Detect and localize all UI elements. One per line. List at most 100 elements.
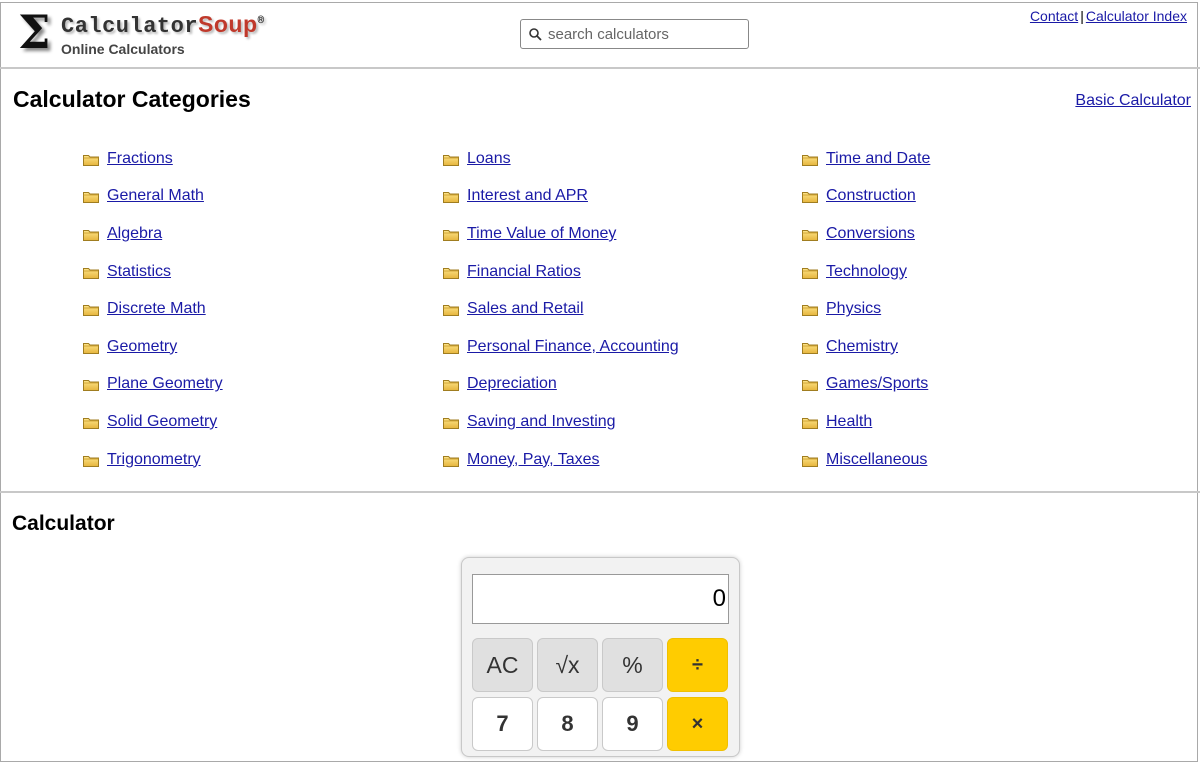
basic-calculator: 0 AC √x % ÷ 7 8 9 × [461, 557, 740, 757]
calculator-display[interactable]: 0 [472, 574, 729, 624]
category-link[interactable]: Statistics [107, 263, 171, 281]
category-item: Trigonometry [83, 441, 223, 479]
link-separator: | [1080, 8, 1084, 24]
folder-icon [443, 378, 459, 392]
category-item: Statistics [83, 253, 223, 291]
contact-link[interactable]: Contact [1030, 8, 1078, 24]
folder-icon [802, 190, 818, 204]
digit-9-button[interactable]: 9 [602, 697, 663, 751]
folder-icon [802, 266, 818, 279]
folder-icon [83, 341, 99, 354]
category-item: Geometry [83, 328, 223, 366]
folder-icon [443, 228, 459, 241]
category-item: Fractions [83, 140, 223, 178]
search-icon [529, 27, 542, 41]
category-item: Personal Finance, Accounting [443, 328, 679, 366]
logo-wordmark: CalculatorSoup® [61, 11, 265, 39]
category-item: Interest and APR [443, 178, 679, 216]
folder-icon [802, 303, 818, 317]
category-item: Saving and Investing [443, 403, 679, 441]
category-link[interactable]: Time Value of Money [467, 225, 616, 243]
digit-8-button[interactable]: 8 [537, 697, 598, 751]
digit-7-button[interactable]: 7 [472, 697, 533, 751]
category-item: General Math [83, 178, 223, 216]
category-item: Construction [802, 178, 930, 216]
section-divider [0, 491, 1200, 493]
category-link[interactable]: Algebra [107, 225, 162, 243]
category-item: Games/Sports [802, 366, 930, 404]
category-link[interactable]: Physics [826, 300, 881, 318]
folder-icon [802, 378, 818, 392]
category-item: Loans [443, 140, 679, 178]
folder-icon [802, 341, 818, 354]
multiply-button[interactable]: × [667, 697, 728, 751]
category-link[interactable]: Games/Sports [826, 375, 928, 393]
category-link[interactable]: Personal Finance, Accounting [467, 338, 679, 356]
folder-icon [83, 303, 99, 317]
category-link[interactable]: Conversions [826, 225, 915, 243]
category-link[interactable]: Sales and Retail [467, 300, 584, 318]
category-item: Depreciation [443, 366, 679, 404]
folder-icon [443, 454, 459, 467]
category-item: Miscellaneous [802, 441, 930, 479]
category-link[interactable]: Construction [826, 187, 916, 205]
search-input[interactable] [548, 25, 738, 43]
folder-icon [802, 153, 818, 166]
category-item: Time Value of Money [443, 215, 679, 253]
square-root-button[interactable]: √x [537, 638, 598, 692]
category-link[interactable]: Financial Ratios [467, 263, 581, 281]
site-header: Σ CalculatorSoup® Online Calculators Con… [0, 0, 1200, 68]
header-divider [0, 67, 1200, 69]
category-link[interactable]: Money, Pay, Taxes [467, 451, 600, 469]
category-link[interactable]: Depreciation [467, 375, 557, 393]
category-link[interactable]: Discrete Math [107, 300, 206, 318]
category-column-1: Fractions General Math Algebra Statistics Di… [83, 140, 223, 478]
category-item: Plane Geometry [83, 366, 223, 404]
category-link[interactable]: General Math [107, 187, 204, 205]
search-box[interactable] [520, 19, 749, 49]
folder-icon [443, 190, 459, 204]
category-item: Sales and Retail [443, 290, 679, 328]
folder-icon [83, 266, 99, 279]
folder-icon [802, 454, 818, 467]
category-item: Money, Pay, Taxes [443, 441, 679, 479]
category-link[interactable]: Geometry [107, 338, 177, 356]
category-link[interactable]: Trigonometry [107, 451, 201, 469]
category-link[interactable]: Time and Date [826, 150, 930, 168]
category-link[interactable]: Loans [467, 150, 511, 168]
folder-icon [802, 228, 818, 241]
site-logo[interactable]: Σ CalculatorSoup® Online Calculators [16, 5, 276, 60]
category-link[interactable]: Technology [826, 263, 907, 281]
category-link[interactable]: Interest and APR [467, 187, 588, 205]
basic-calculator-link[interactable]: Basic Calculator [1075, 92, 1191, 110]
category-item: Time and Date [802, 140, 930, 178]
divide-button[interactable]: ÷ [667, 638, 728, 692]
category-item: Health [802, 403, 930, 441]
folder-icon [83, 416, 99, 429]
category-link[interactable]: Solid Geometry [107, 413, 217, 431]
folder-icon [83, 153, 99, 166]
calculator-index-link[interactable]: Calculator Index [1086, 8, 1187, 24]
folder-icon [443, 416, 459, 429]
folder-icon [802, 416, 818, 429]
category-link[interactable]: Saving and Investing [467, 413, 616, 431]
category-column-2: Loans Interest and APR Time Value of Money… [443, 140, 679, 478]
category-link[interactable]: Fractions [107, 150, 173, 168]
category-link[interactable]: Miscellaneous [826, 451, 927, 469]
sigma-logo-icon: Σ [18, 5, 51, 59]
category-column-3: Time and Date Construction Conversions Tech… [802, 140, 930, 478]
all-clear-button[interactable]: AC [472, 638, 533, 692]
category-item: Financial Ratios [443, 253, 679, 291]
category-item: Solid Geometry [83, 403, 223, 441]
category-link[interactable]: Health [826, 413, 872, 431]
folder-icon [443, 266, 459, 279]
folder-icon [83, 228, 99, 241]
categories-heading: Calculator Categories [13, 86, 251, 112]
category-link[interactable]: Chemistry [826, 338, 898, 356]
percent-button[interactable]: % [602, 638, 663, 692]
folder-icon [443, 341, 459, 354]
category-link[interactable]: Plane Geometry [107, 375, 223, 393]
folder-icon [443, 153, 459, 166]
logo-tagline: Online Calculators [61, 41, 185, 57]
folder-icon [83, 378, 99, 392]
